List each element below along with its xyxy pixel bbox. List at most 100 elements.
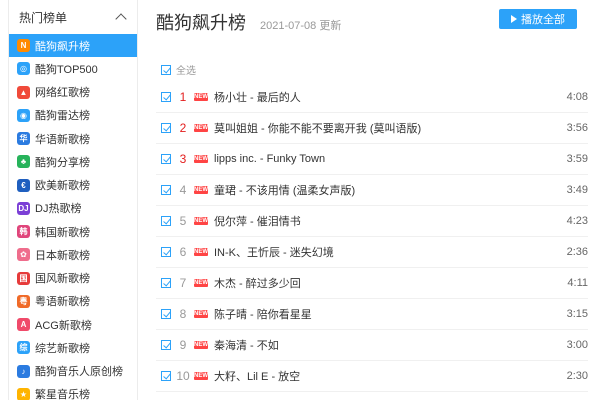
- song-list: 1 NEW 杨小壮 - 最后的人 4:08 2 NEW 莫叫姐姐 - 你能不能不要离开我 (…: [156, 82, 588, 392]
- song-row[interactable]: 1 NEW 杨小壮 - 最后的人 4:08: [156, 82, 588, 113]
- sidebar-item[interactable]: ♪ 酷狗音乐人原创榜: [9, 360, 137, 383]
- sidebar-item-label: 粤语新歌榜: [35, 296, 90, 309]
- song-checkbox[interactable]: [161, 185, 171, 195]
- song-row[interactable]: 8 NEW 陈子晴 - 陪你看星星 3:15: [156, 299, 588, 330]
- sidebar-item[interactable]: 华华语新歌榜: [9, 127, 137, 150]
- song-checkbox[interactable]: [161, 340, 171, 350]
- sidebar-item-label: 繁星音乐榜: [35, 389, 90, 400]
- sidebar-item[interactable]: 粤粤语新歌榜: [9, 290, 137, 313]
- song-title[interactable]: 童珺 - 不该用情 (温柔女声版): [214, 182, 355, 198]
- sidebar-item-label: 欧美新歌榜: [35, 180, 90, 192]
- song-duration: 4:11: [567, 277, 588, 289]
- song-row[interactable]: 10 NEW 大籽、Lil E - 放空 2:30: [156, 361, 588, 392]
- play-all-button[interactable]: 播放全部: [499, 9, 577, 29]
- lantern-icon: 国: [17, 271, 30, 285]
- new-badge: NEW: [194, 186, 208, 194]
- song-title[interactable]: 秦海清 - 不如: [214, 337, 279, 353]
- song-rank: 5: [179, 214, 187, 228]
- song-duration: 3:49: [566, 184, 588, 196]
- song-row[interactable]: 6 NEW IN-K、王忻辰 - 迷失幻境 2:36: [156, 237, 588, 268]
- sidebar-item-label: 华语新歌榜: [35, 133, 90, 146]
- song-title[interactable]: 莫叫姐姐 - 你能不能不要离开我 (莫叫语版): [214, 120, 421, 136]
- select-all-label: 全选: [176, 66, 196, 77]
- new-badge: NEW: [194, 93, 208, 101]
- song-checkbox[interactable]: [161, 309, 171, 319]
- sidebar-item[interactable]: 韩韩国新歌榜: [9, 220, 137, 243]
- song-checkbox[interactable]: [161, 216, 171, 226]
- chevron-up-icon[interactable]: [115, 13, 127, 25]
- sidebar-item[interactable]: € 欧美新歌榜: [9, 174, 137, 197]
- sidebar-item-label: 酷狗音乐人原创榜: [35, 366, 123, 378]
- song-title[interactable]: 杨小壮 - 最后的人: [214, 89, 301, 105]
- song-row[interactable]: 9 NEW 秦海清 - 不如 3:00: [156, 330, 588, 361]
- song-checkbox[interactable]: [161, 278, 171, 288]
- song-row[interactable]: 7 NEW 木杰 - 醉过多少回 4:11: [156, 268, 588, 299]
- song-duration: 3:00: [566, 339, 588, 351]
- sidebar-item-label: 韩国新歌榜: [35, 226, 90, 239]
- sidebar-item[interactable]: 国国风新歌榜: [9, 267, 137, 290]
- variety-icon: 综: [17, 341, 30, 355]
- song-title[interactable]: 大籽、Lil E - 放空: [214, 368, 300, 384]
- song-rank: 2: [179, 121, 187, 135]
- song-duration: 4:23: [566, 215, 588, 227]
- song-row[interactable]: 4 NEW 童珺 - 不该用情 (温柔女声版) 3:49: [156, 175, 588, 206]
- flame-icon: ▲: [17, 85, 30, 99]
- song-rank: 1: [179, 90, 187, 104]
- song-rank: 6: [179, 245, 187, 259]
- main-content: 酷狗飙升榜 2021-07-08 更新 播放全部 全选 1 NEW 杨小壮 - 最后…: [140, 0, 600, 400]
- select-all-checkbox[interactable]: [161, 64, 171, 75]
- song-checkbox[interactable]: [161, 247, 171, 257]
- song-title[interactable]: lipps inc. - Funky Town: [214, 153, 325, 165]
- song-duration: 3:59: [566, 153, 588, 165]
- new-badge: NEW: [194, 155, 208, 163]
- sidebar-item-label: 网络红歌榜: [35, 87, 90, 99]
- sidebar-header[interactable]: 热门榜单: [9, 0, 137, 34]
- select-all[interactable]: 全选: [161, 62, 196, 77]
- musician-icon: ♪: [17, 364, 30, 378]
- song-checkbox[interactable]: [161, 371, 171, 381]
- sidebar-list: N 酷狗飙升榜 ◎ 酷狗TOP500 ▲ 网络红歌榜 ◉ 酷狗雷达榜华华语新歌榜 ♣ 酷狗分享榜 €…: [9, 34, 137, 400]
- sidebar-item[interactable]: A ACG新歌榜: [9, 313, 137, 336]
- song-checkbox[interactable]: [161, 92, 171, 102]
- sidebar-item[interactable]: DJ DJ热歌榜: [9, 197, 137, 220]
- song-row[interactable]: 3 NEW lipps inc. - Funky Town 3:59: [156, 144, 588, 175]
- sidebar-header-title: 热门榜单: [19, 10, 68, 25]
- song-duration: 3:56: [566, 122, 588, 134]
- sidebar-item[interactable]: ◎ 酷狗TOP500: [9, 57, 137, 80]
- n-badge-icon: N: [17, 39, 30, 52]
- song-row[interactable]: 5 NEW 倪尔萍 - 催泪情书 4:23: [156, 206, 588, 237]
- new-badge: NEW: [194, 124, 208, 132]
- sidebar-item[interactable]: ♣ 酷狗分享榜: [9, 150, 137, 173]
- song-rank: 3: [179, 152, 187, 166]
- song-rank: 9: [179, 338, 187, 352]
- new-badge: NEW: [194, 310, 208, 318]
- new-badge: NEW: [194, 372, 208, 380]
- sidebar-item-label: DJ热歌榜: [35, 203, 82, 216]
- sakura-icon: ✿: [17, 248, 30, 262]
- song-rank: 7: [179, 276, 187, 290]
- song-checkbox[interactable]: [161, 123, 171, 133]
- sidebar-item-label: 酷狗雷达榜: [35, 110, 90, 123]
- chinese-char-icon: 华: [17, 132, 30, 145]
- song-rank: 10: [176, 369, 190, 383]
- song-title[interactable]: 倪尔萍 - 催泪情书: [214, 213, 301, 229]
- sidebar-item[interactable]: N 酷狗飙升榜: [9, 34, 137, 57]
- song-title[interactable]: 陈子晴 - 陪你看星星: [214, 306, 312, 322]
- song-duration: 3:15: [566, 308, 588, 320]
- update-date: 2021-07-08 更新: [260, 20, 342, 32]
- sidebar-item[interactable]: ★ 繁星音乐榜: [9, 383, 137, 400]
- song-title[interactable]: 木杰 - 醉过多少回: [214, 275, 301, 291]
- sidebar-item[interactable]: ◉ 酷狗雷达榜: [9, 104, 137, 127]
- song-title[interactable]: IN-K、王忻辰 - 迷失幻境: [214, 244, 334, 260]
- song-checkbox[interactable]: [161, 154, 171, 164]
- dj-icon: DJ: [17, 201, 30, 215]
- new-badge: NEW: [194, 341, 208, 349]
- acg-icon: A: [17, 318, 30, 331]
- share-leaf-icon: ♣: [17, 155, 30, 169]
- song-rank: 4: [179, 183, 187, 197]
- sidebar-item[interactable]: 综综艺新歌榜: [9, 336, 137, 359]
- sidebar-item[interactable]: ▲ 网络红歌榜: [9, 81, 137, 104]
- song-row[interactable]: 2 NEW 莫叫姐姐 - 你能不能不要离开我 (莫叫语版) 3:56: [156, 113, 588, 144]
- sidebar-item[interactable]: ✿ 日本新歌榜: [9, 243, 137, 266]
- song-duration: 4:08: [566, 91, 588, 103]
